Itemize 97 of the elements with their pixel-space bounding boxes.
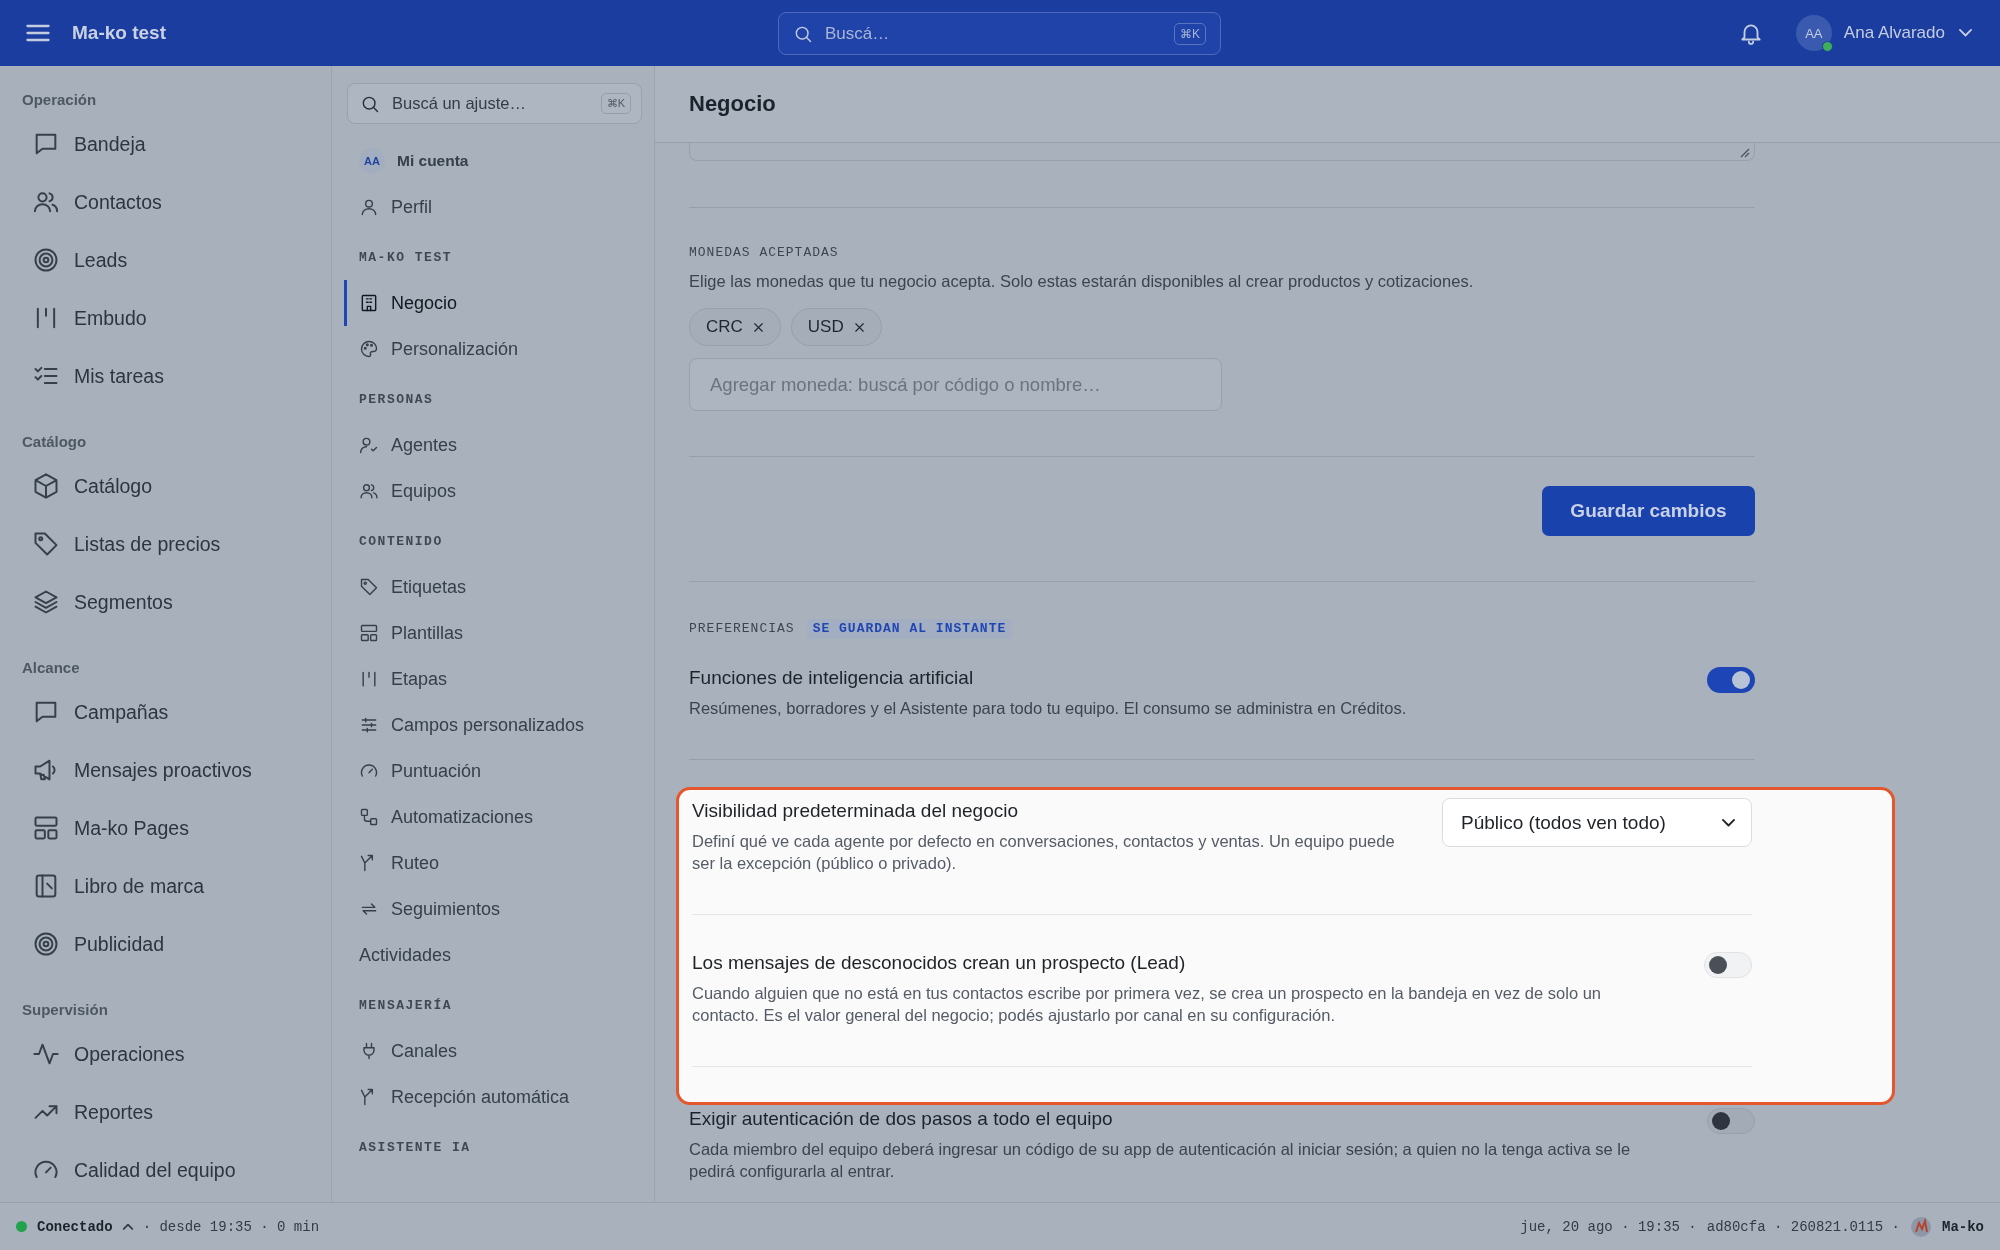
setting-title: Visibilidad predeterminada del negocio (692, 799, 1020, 823)
nav-item[interactable]: Bandeja (22, 115, 317, 173)
settings-nav-item[interactable]: Etiquetas (344, 564, 642, 610)
setting-description: Definí qué ve cada agente por defecto en conversaciones, contactos y ventas. Un equipo puede ser la excepción (público o privado). (692, 831, 1396, 874)
group-heading: Mi cuenta (397, 152, 469, 170)
search-field[interactable]: Buscá… ⌘K (778, 12, 1221, 55)
settings-nav-item[interactable]: Seguimientos (344, 886, 642, 932)
settings-search-input[interactable]: Buscá un ajuste… (390, 93, 591, 114)
settings-nav-item[interactable]: Agentes (344, 422, 642, 468)
nav-heading: Alcance (22, 658, 81, 678)
nav-item[interactable]: Operaciones (22, 1025, 317, 1083)
group-heading: PERSONAS (358, 392, 435, 409)
setting-title: Funciones de inteligencia artificial (689, 666, 975, 690)
palette-icon (359, 339, 379, 359)
toggle-switch[interactable] (1707, 667, 1755, 693)
layout-icon (359, 623, 379, 643)
toggle-switch[interactable] (1707, 1108, 1755, 1134)
caret-up-icon[interactable] (122, 1223, 133, 1230)
layout-icon (32, 814, 60, 842)
settings-nav-item[interactable]: Plantillas (344, 610, 642, 656)
nav-item[interactable]: Campañas (22, 683, 317, 741)
nav-item[interactable]: Reportes (22, 1083, 317, 1141)
nav-item[interactable]: Catálogo (22, 457, 317, 515)
group-heading: ASISTENTE IA (358, 1140, 472, 1157)
nav-item[interactable]: Publicidad (22, 915, 317, 973)
app-title: Ma-ko test (72, 22, 166, 44)
settings-nav-item[interactable]: Puntuación (344, 748, 642, 794)
nav-item[interactable]: Contactos (22, 173, 317, 231)
settings-nav-item[interactable]: Perfil (344, 184, 642, 230)
setting-description: Cada miembro del equipo deberá ingresar un código de su app de autenticación al iniciar sesión; a quien no la tenga activa se le pedirá configurarla al entrar. (689, 1139, 1632, 1182)
section-description: Elige las monedas que tu negocio acepta. Solo estas estarán disponibles al crear productos y cotizaciones. (689, 271, 1475, 292)
people-icon (359, 481, 379, 501)
nav-item[interactable]: Mensajes proactivos (22, 741, 317, 799)
setting-title: Exigir autenticación de dos pasos a todo el equipo (689, 1107, 1114, 1131)
tag-label: CRC (706, 317, 743, 337)
shortcut-key: ⌘K (600, 93, 631, 114)
page-title: Negocio (689, 91, 776, 117)
dropdown[interactable]: Público (todos ven todo) (1442, 798, 1752, 847)
logo-icon (1910, 1215, 1932, 1238)
settings-nav-item[interactable]: Recepción automática (344, 1074, 642, 1120)
tag-icon (32, 530, 60, 558)
nav-item[interactable]: Leads (22, 231, 317, 289)
nav-item[interactable]: Libro de marca (22, 857, 317, 915)
flow-icon (359, 807, 379, 827)
status-date: jue, 20 ago · 19:35 · (1520, 1218, 1697, 1235)
tag-icon (359, 577, 379, 597)
setting-description: Resúmenes, borradores y el Asistente para todo tu equipo. El consumo se administra en Créditos. (689, 698, 1408, 719)
group-heading: MENSAJERÍA (358, 998, 453, 1015)
account-avatar: AA (359, 148, 385, 174)
build-version: ad80cfa · 260821.0115 · (1706, 1218, 1900, 1235)
user-avatar[interactable]: AA (1795, 15, 1832, 51)
group-heading: CONTENIDO (358, 534, 444, 551)
save-button[interactable]: Guardar cambios (1542, 486, 1755, 536)
nav-item[interactable]: Calidad del equipo (22, 1141, 317, 1199)
settings-nav-item[interactable]: Automatizaciones (344, 794, 642, 840)
settings-nav-item[interactable]: Personalización (344, 326, 642, 372)
section-label: MONEDAS ACEPTADAS (689, 244, 840, 262)
brand-name: Ma-ko (1942, 1218, 1984, 1235)
chevron-down-icon (1722, 818, 1735, 827)
settings-nav-item[interactable]: Campos personalizados (344, 702, 642, 748)
section-label: PREFERENCIAS (689, 620, 795, 638)
layers-icon (32, 588, 60, 616)
settings-nav-item[interactable]: Negocio (344, 280, 642, 326)
settings-nav-item[interactable]: Ruteo (344, 840, 642, 886)
nav-item[interactable]: Listas de precios (22, 515, 317, 573)
settings-nav-item[interactable]: Etapas (344, 656, 642, 702)
target-icon (32, 246, 60, 274)
tag-label: USD (807, 317, 844, 337)
target-icon (32, 930, 60, 958)
sliders-icon (359, 715, 379, 735)
cube-icon (32, 472, 60, 500)
nav-item[interactable]: Embudo (22, 289, 317, 347)
connection-status[interactable]: Conectado (37, 1218, 113, 1235)
nav-heading: Supervisión (22, 1000, 109, 1020)
connection-time: · desde 19:35 · 0 min (142, 1218, 320, 1235)
setting-description: Cuando alguien que no está en tus contactos escribe por primera vez, se crea un prospecto en la bandeja en vez de solo un contacto. Es el valor general del negocio; podés ajustarlo por canal en su configuración. (692, 983, 1602, 1026)
nav-heading: Catálogo (22, 432, 88, 452)
resize-handle-icon[interactable] (1740, 148, 1750, 158)
person-icon (359, 197, 379, 217)
search-input[interactable]: Buscá… (823, 22, 1164, 45)
building-icon (359, 293, 379, 313)
nav-item[interactable]: Segmentos (22, 573, 317, 631)
settings-nav-item[interactable]: Equipos (344, 468, 642, 514)
user-name[interactable]: Ana Alvarado (1843, 23, 1945, 43)
columns-icon (359, 669, 379, 689)
person-check-icon (359, 435, 379, 455)
chevron-down-icon[interactable] (1959, 29, 1972, 37)
setting-title: Los mensajes de desconocidos crean un prospecto (Lead) (692, 951, 1187, 975)
shortcut-key: ⌘K (1174, 22, 1206, 45)
group-heading: MA-KO TEST (358, 250, 453, 267)
nav-heading: Operación (22, 90, 98, 110)
settings-nav-item[interactable]: Actividades (344, 932, 642, 978)
settings-nav-item[interactable]: Canales (344, 1028, 642, 1074)
settings-search-field[interactable]: Buscá un ajuste… ⌘K (347, 83, 642, 124)
nav-item[interactable]: Mis tareas (22, 347, 317, 405)
info-badge: SE GUARDAN AL INSTANTE (806, 619, 1013, 639)
nav-item[interactable]: Ma-ko Pages (22, 799, 317, 857)
